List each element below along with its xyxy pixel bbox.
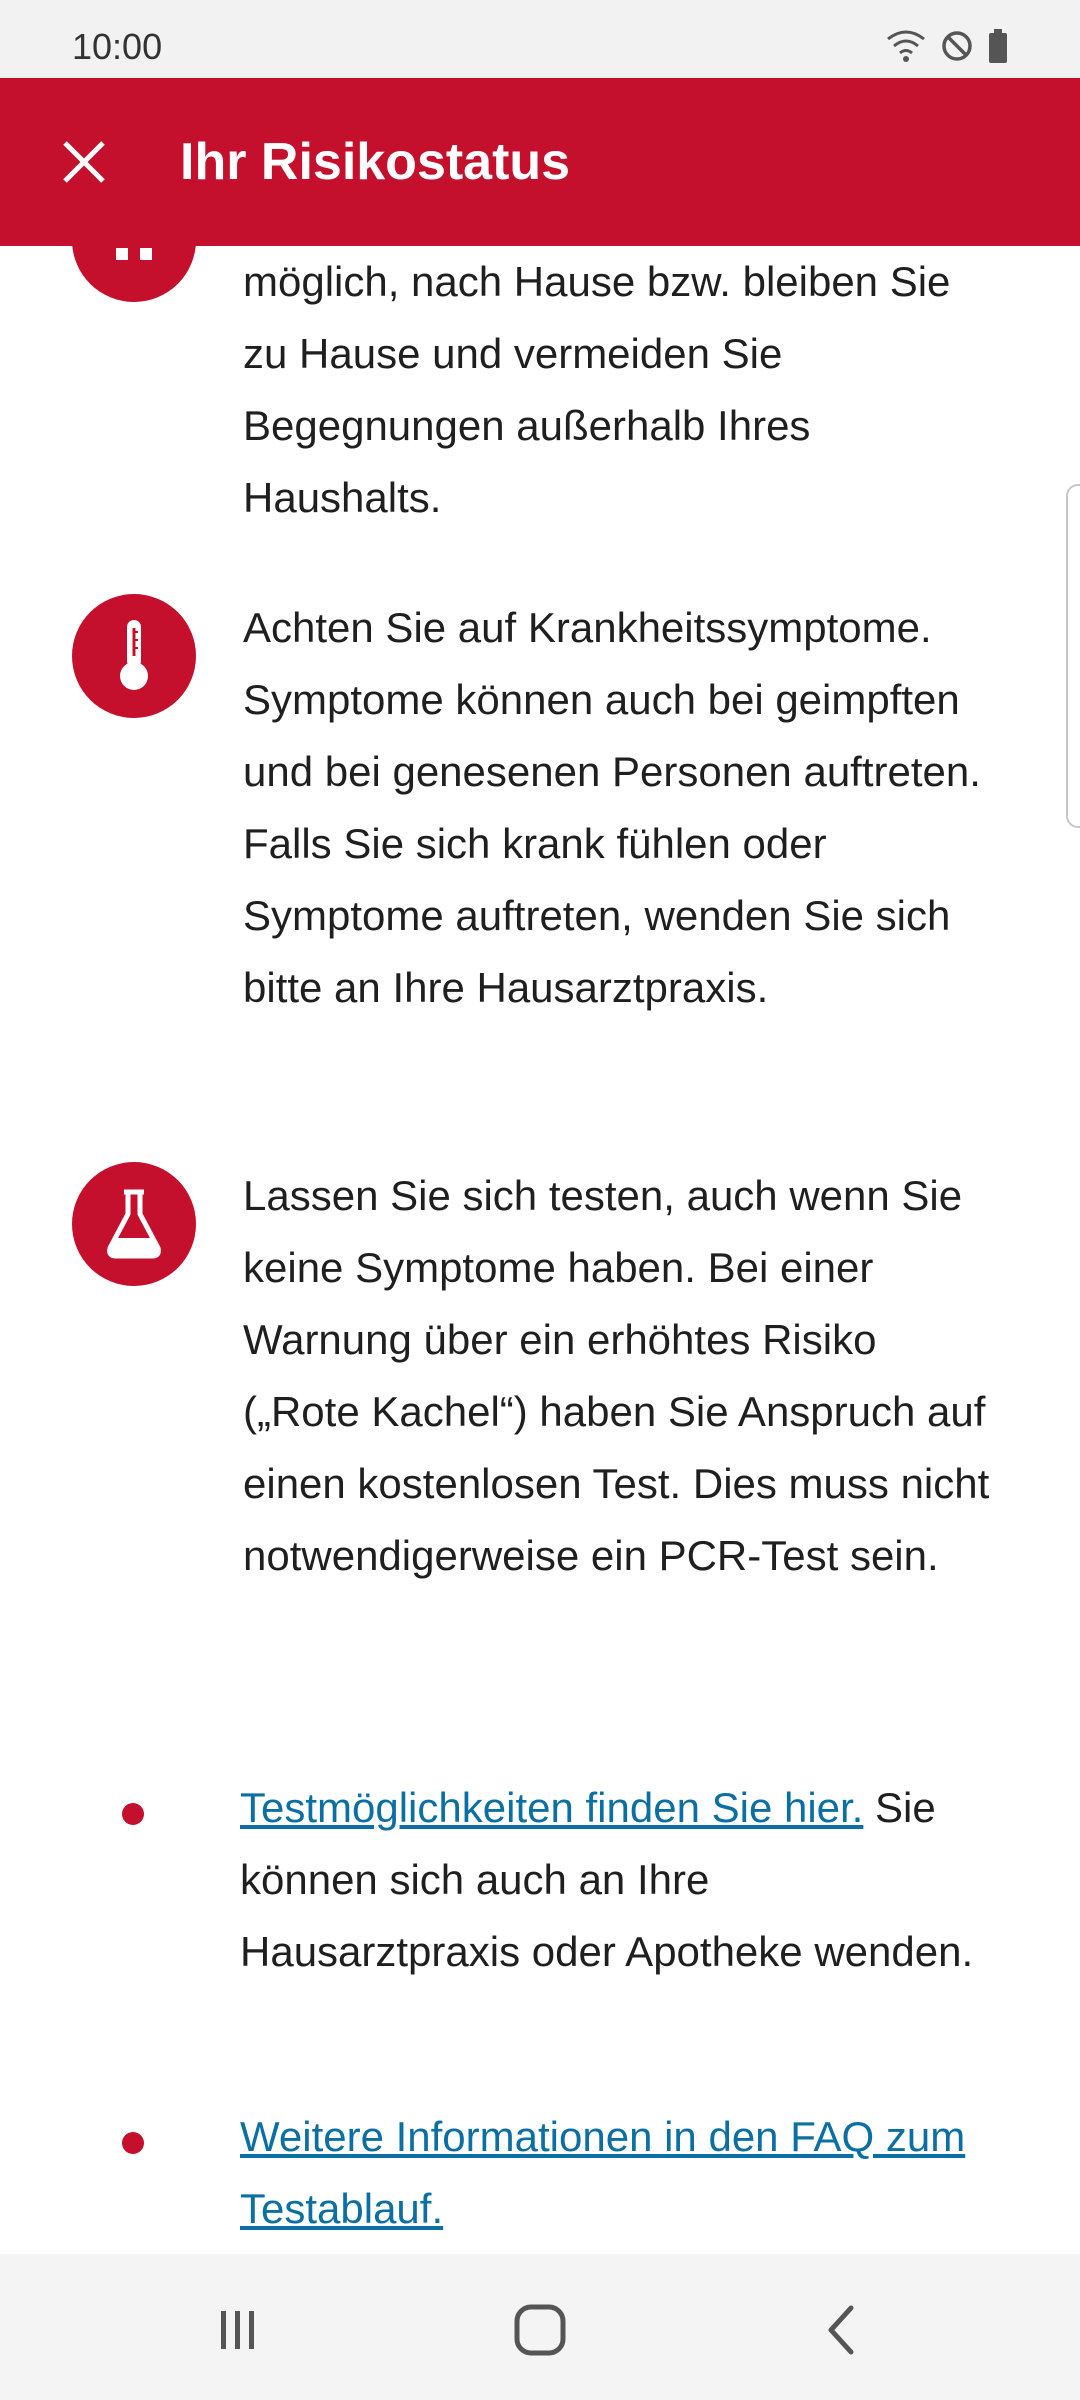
status-time: 10:00: [72, 26, 163, 67]
home-icon-circle: [72, 246, 196, 302]
wifi-icon: [887, 30, 925, 62]
test-options-link[interactable]: Testmöglichkeiten finden Sie hier.: [240, 1784, 863, 1831]
test-options-item: Testmöglichkeiten finden Sie hier. Sie k…: [240, 1772, 1000, 1988]
symptoms-text: Achten Sie auf Krankheitssymptome. Sympt…: [243, 604, 981, 1011]
battery-icon: [989, 29, 1007, 63]
home-icon: [514, 2304, 566, 2356]
faq-item: Weitere Informationen in den FAQ zum Tes…: [240, 2101, 1000, 2244]
stay-home-text: möglich, nach Hause bzw. bleiben Sie zu …: [243, 258, 951, 521]
page-title: Ihr Risikostatus: [180, 133, 571, 191]
bullet-dot: [122, 2132, 144, 2154]
testing-text: Lassen Sie sich testen, auch wenn Sie ke…: [243, 1172, 990, 1579]
home-button[interactable]: [500, 2294, 580, 2366]
scrollbar[interactable]: [1066, 484, 1080, 828]
recent-apps-icon: [221, 2311, 254, 2349]
navigation-bar: [0, 2254, 1080, 2400]
back-icon: [828, 2305, 854, 2355]
close-icon: [63, 141, 105, 183]
bullet-dot: [122, 1803, 144, 1825]
faq-link[interactable]: Weitere Informationen in den FAQ zum Tes…: [240, 2113, 965, 2232]
thermometer-icon: [120, 620, 148, 690]
status-bar: 10:00: [0, 0, 1080, 78]
house-icon: [116, 248, 152, 260]
status-icons: [886, 26, 1008, 66]
back-button[interactable]: [802, 2294, 882, 2366]
close-button[interactable]: [52, 130, 116, 194]
symptoms-icon-circle: [72, 594, 196, 718]
recent-apps-button[interactable]: [198, 2294, 278, 2366]
app-bar: Ihr Risikostatus: [0, 78, 1080, 246]
flask-icon: [107, 1189, 161, 1259]
testing-icon-circle: [72, 1162, 196, 1286]
do-not-disturb-icon: [942, 31, 972, 61]
content-scroll-area[interactable]: möglich, nach Hause bzw. bleiben Sie zu …: [0, 246, 1080, 2244]
